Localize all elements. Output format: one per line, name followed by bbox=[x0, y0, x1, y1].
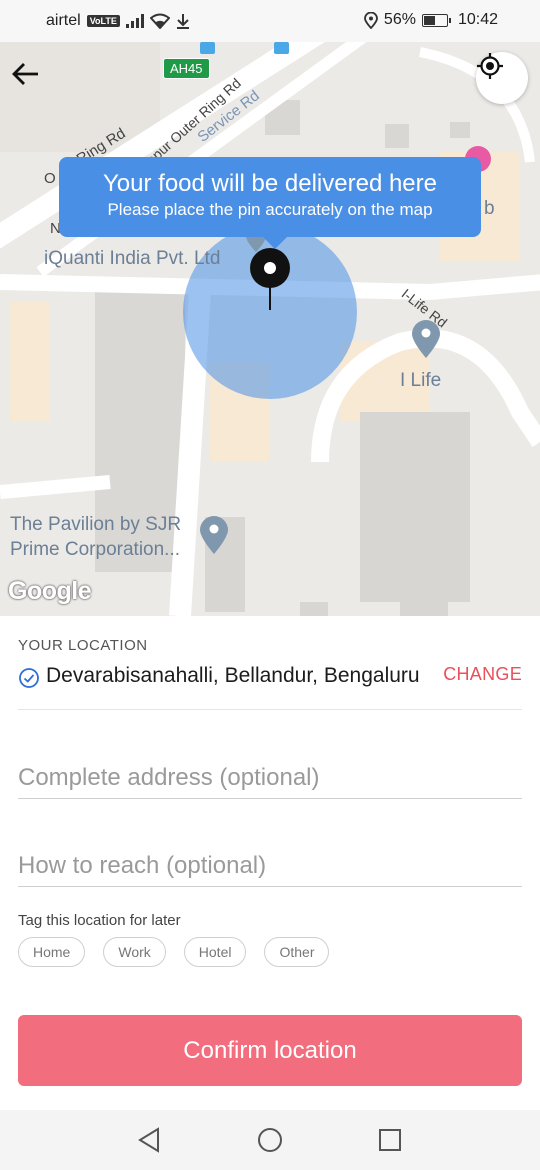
status-bar: airtel VoLTE 56% 10:42 bbox=[0, 0, 540, 42]
delivery-tooltip: Your food will be delivered here Please … bbox=[59, 157, 481, 249]
tooltip-subtitle: Please place the pin accurately on the m… bbox=[107, 200, 433, 219]
volte-badge: VoLTE bbox=[86, 15, 120, 27]
map-label-ilife: I Life bbox=[400, 370, 442, 391]
status-right: 56% 10:42 bbox=[364, 11, 498, 29]
change-location-button[interactable]: CHANGE bbox=[443, 664, 522, 685]
how-to-reach-input[interactable] bbox=[18, 846, 522, 887]
carrier-name: airtel bbox=[46, 12, 81, 29]
crosshair-icon bbox=[477, 53, 503, 79]
map-label-pavilion-line1: The Pavilion by SJR bbox=[10, 514, 182, 535]
map-label-edge-o: O bbox=[44, 170, 56, 187]
divider bbox=[18, 709, 522, 710]
location-sheet: YOUR LOCATION Devarabisanahalli, Belland… bbox=[0, 616, 540, 1110]
map-label-pavilion-line2: Prime Corporation... bbox=[10, 539, 181, 560]
tag-work-chip[interactable]: Work bbox=[103, 937, 166, 967]
home-icon[interactable] bbox=[254, 1124, 286, 1156]
check-circle-icon bbox=[19, 668, 39, 688]
tag-location-heading: Tag this location for later bbox=[18, 912, 181, 929]
back-button[interactable] bbox=[12, 62, 52, 102]
complete-address-input[interactable] bbox=[18, 758, 522, 799]
recents-icon[interactable] bbox=[374, 1124, 406, 1156]
download-icon bbox=[176, 14, 189, 29]
tooltip-title: Your food will be delivered here bbox=[103, 170, 437, 197]
back-icon[interactable] bbox=[134, 1124, 166, 1156]
arrow-left-icon bbox=[12, 63, 38, 85]
map-label-iquanti: iQuanti India Pvt. Ltd bbox=[44, 248, 221, 269]
clock: 10:42 bbox=[457, 11, 498, 28]
selected-location-row: Devarabisanahalli, Bellandur, Bengaluru … bbox=[18, 664, 522, 700]
wifi-icon bbox=[149, 13, 170, 29]
tag-hotel-chip[interactable]: Hotel bbox=[183, 937, 247, 967]
signal-icon bbox=[125, 14, 144, 28]
system-nav-bar bbox=[0, 1110, 540, 1170]
tag-chips: Home Work Hotel Other bbox=[18, 937, 330, 967]
confirm-location-button[interactable]: Confirm location bbox=[18, 1015, 522, 1086]
map-label-edge-b: b bbox=[484, 198, 495, 219]
tag-home-chip[interactable]: Home bbox=[18, 937, 86, 967]
location-icon bbox=[364, 11, 378, 29]
google-logo: Google bbox=[8, 577, 92, 605]
status-left: airtel VoLTE bbox=[46, 12, 190, 30]
battery-icon bbox=[421, 13, 451, 27]
map-view[interactable]: AH45 Ring Rd riapur Outer Ring Rd Servic… bbox=[0, 42, 540, 616]
highway-badge: AH45 bbox=[163, 58, 210, 79]
your-location-heading: YOUR LOCATION bbox=[18, 637, 148, 654]
my-location-button[interactable] bbox=[476, 52, 528, 104]
location-address: Devarabisanahalli, Bellandur, Bengaluru bbox=[46, 664, 420, 687]
battery-percent: 56% bbox=[383, 11, 416, 28]
tag-other-chip[interactable]: Other bbox=[264, 937, 330, 967]
